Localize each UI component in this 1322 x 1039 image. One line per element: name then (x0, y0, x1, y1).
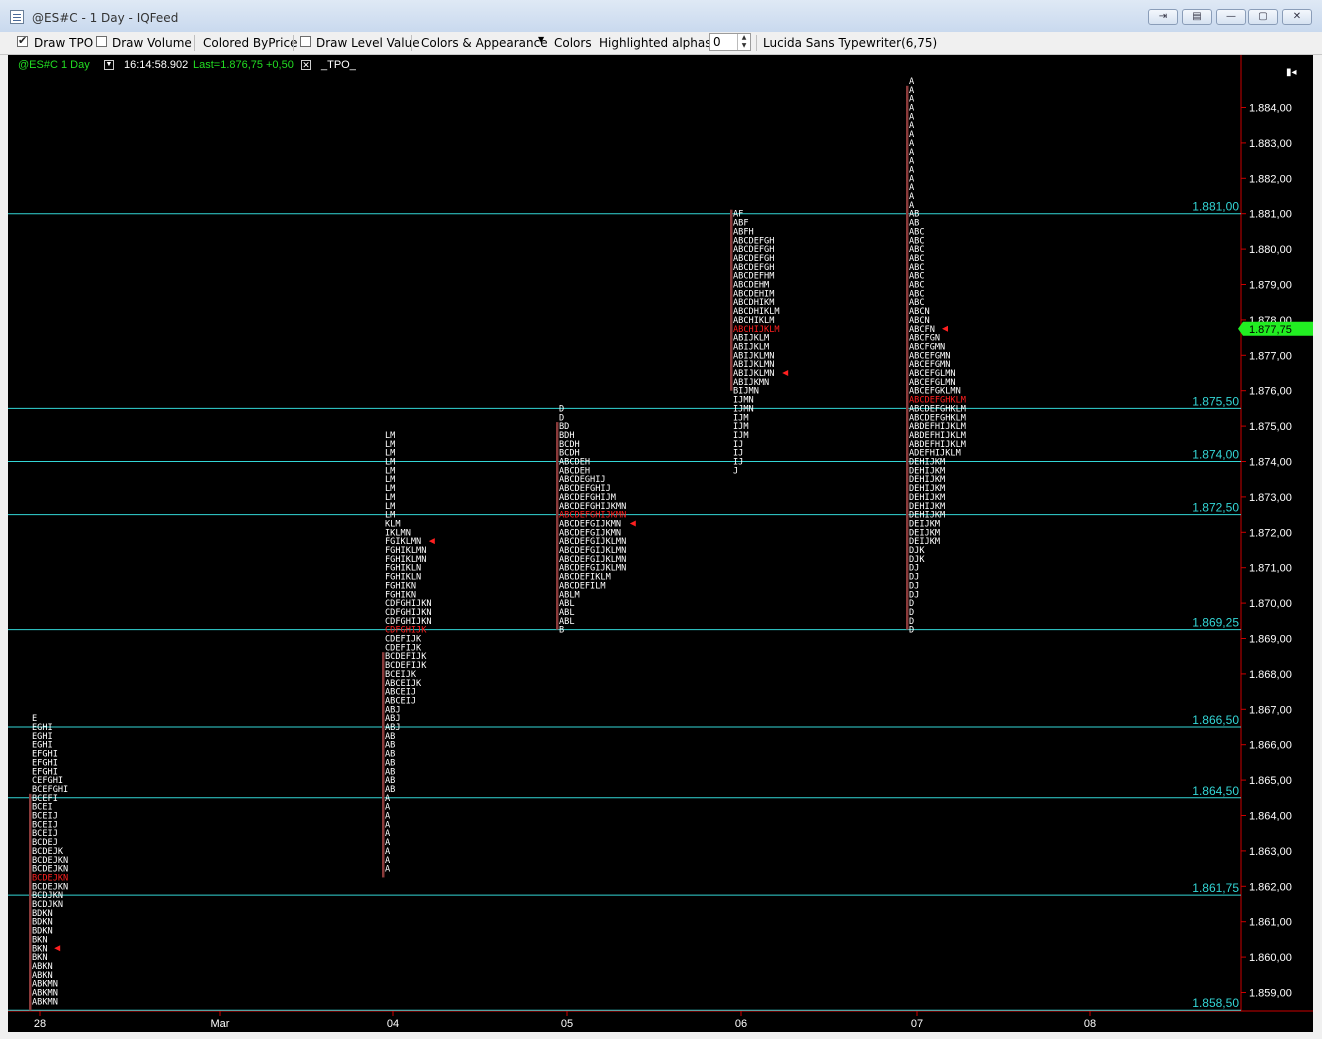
x-tick-label: 07 (911, 1018, 923, 1030)
symbol-label: @ES#C (18, 59, 58, 71)
y-tick-label: 1.884,00 (1249, 103, 1292, 115)
x-tick-label: Mar (211, 1018, 230, 1030)
y-tick-label: 1.880,00 (1249, 244, 1292, 256)
interval-label: 1 Day (61, 59, 90, 71)
tpo-chart[interactable]: 1.884,00 1.883,00 1.882,00 1.881,00 1.880,00… (8, 55, 1313, 1032)
study-label: _TPO_ (321, 59, 356, 71)
value-area-marker (782, 370, 789, 376)
y-tick-label: 1.870,00 (1249, 598, 1292, 610)
toolbar-separator (411, 35, 412, 51)
y-tick-label: 1.868,00 (1249, 669, 1292, 681)
draw-level-value-label[interactable]: Draw Level Value (316, 36, 420, 50)
last-price-value: 1.877,75 (1249, 324, 1292, 336)
level-label: 1.881,00 (1192, 200, 1239, 214)
colors-appearance-menu[interactable]: Colors & Appearance (421, 36, 548, 50)
y-tick-label: 1.866,00 (1249, 740, 1292, 752)
spin-down-icon[interactable]: ▼ (737, 42, 750, 50)
level-label: 1.874,00 (1192, 448, 1239, 462)
y-tick-label: 1.871,00 (1249, 563, 1292, 575)
toolbar-separator (194, 35, 195, 51)
highlighted-alphas-label: Highlighted alphas (599, 36, 712, 50)
level-label: 1.875,50 (1192, 394, 1239, 408)
tpo-row: D (909, 626, 914, 636)
y-tick-label: 1.875,00 (1249, 421, 1292, 433)
value-area-marker (428, 538, 435, 545)
value-area-marker (629, 520, 636, 527)
y-tick-label: 1.865,00 (1249, 775, 1292, 787)
app-window: @ES#C - 1 Day - IQFeed ⇥ ▤ — ▢ ✕ Draw TP… (0, 0, 1322, 1039)
y-tick-label: 1.872,00 (1249, 527, 1292, 539)
font-selector[interactable]: Lucida Sans Typewriter(6,75) (763, 36, 937, 50)
level-label: 1.861,75 (1192, 881, 1239, 895)
maximize-button[interactable]: ▢ (1248, 9, 1278, 25)
y-tick-label: 1.876,00 (1249, 386, 1292, 398)
x-tick-label: 08 (1084, 1018, 1096, 1030)
y-tick-label: 1.881,00 (1249, 209, 1292, 221)
alpha-value[interactable]: 0 (713, 35, 721, 49)
toolbar-separator (756, 35, 757, 51)
y-tick-label: 1.860,00 (1249, 952, 1292, 964)
interval-dropdown-icon[interactable]: ▼ (104, 60, 114, 70)
chevron-down-icon[interactable]: ▼ (538, 35, 544, 44)
y-tick-label: 1.861,00 (1249, 917, 1292, 929)
app-icon (10, 10, 24, 24)
toolbar: Draw TPO Draw Volume Colored ByPrice Dra… (0, 32, 1322, 55)
window-title: @ES#C - 1 Day - IQFeed (32, 11, 179, 25)
y-tick-label: 1.869,00 (1249, 634, 1292, 646)
y-tick-label: 1.864,00 (1249, 811, 1292, 823)
time-label: 16:14:58.902 (124, 59, 189, 71)
chart-menu-icon[interactable]: ▮◂ (1286, 67, 1297, 78)
y-tick-label: 1.879,00 (1249, 280, 1292, 292)
x-tick-label: 05 (561, 1018, 573, 1030)
value-area-marker (942, 325, 948, 332)
title-bar[interactable]: @ES#C - 1 Day - IQFeed ⇥ ▤ — ▢ ✕ (0, 0, 1322, 33)
level-label: 1.858,50 (1192, 996, 1239, 1010)
x-tick-label: 06 (735, 1018, 747, 1030)
x-tick-label: 04 (387, 1018, 399, 1030)
close-study-icon[interactable]: ✕ (301, 60, 311, 70)
y-tick-label: 1.859,00 (1249, 988, 1292, 1000)
draw-volume-checkbox[interactable] (96, 36, 107, 47)
level-label: 1.872,50 (1192, 501, 1239, 515)
level-label: 1.866,50 (1192, 713, 1239, 727)
y-tick-label: 1.873,00 (1249, 492, 1292, 504)
x-tick-label: 28 (34, 1018, 46, 1030)
tpo-row: B (559, 626, 564, 636)
value-area-marker (54, 945, 61, 952)
level-label: 1.869,25 (1192, 616, 1239, 630)
y-tick-label: 1.874,00 (1249, 457, 1292, 469)
draw-tpo-label[interactable]: Draw TPO (34, 36, 93, 50)
layout-button[interactable]: ▤ (1182, 9, 1212, 25)
minimize-button[interactable]: — (1216, 9, 1246, 25)
y-tick-label: 1.882,00 (1249, 173, 1292, 185)
level-label: 1.864,50 (1192, 784, 1239, 798)
toolbar-separator (293, 35, 294, 51)
chart-area[interactable]: 1.884,00 1.883,00 1.882,00 1.881,00 1.880,00… (8, 55, 1313, 1032)
tpo-row: J (733, 466, 738, 476)
last-price-label: Last=1.876,75 (193, 59, 264, 71)
colors-button[interactable]: Colors (554, 36, 592, 50)
y-tick-label: 1.883,00 (1249, 138, 1292, 150)
tpo-row: A (385, 865, 391, 875)
y-tick-label: 1.877,00 (1249, 350, 1292, 362)
change-label: +0,50 (266, 59, 294, 71)
colored-by-price-button[interactable]: Colored ByPrice (203, 36, 298, 50)
draw-volume-label[interactable]: Draw Volume (112, 36, 192, 50)
y-tick-label: 1.867,00 (1249, 704, 1292, 716)
spin-up-icon[interactable]: ▲ (737, 34, 750, 42)
draw-tpo-checkbox[interactable] (17, 34, 28, 47)
y-tick-label: 1.862,00 (1249, 881, 1292, 893)
draw-level-value-checkbox[interactable] (300, 36, 311, 47)
close-button[interactable]: ✕ (1282, 9, 1312, 25)
snap-button[interactable]: ⇥ (1148, 9, 1178, 25)
tpo-row: ABKMN (32, 997, 58, 1007)
y-tick-label: 1.863,00 (1249, 846, 1292, 858)
alpha-spinner[interactable]: 0 ▲ ▼ (709, 33, 751, 51)
